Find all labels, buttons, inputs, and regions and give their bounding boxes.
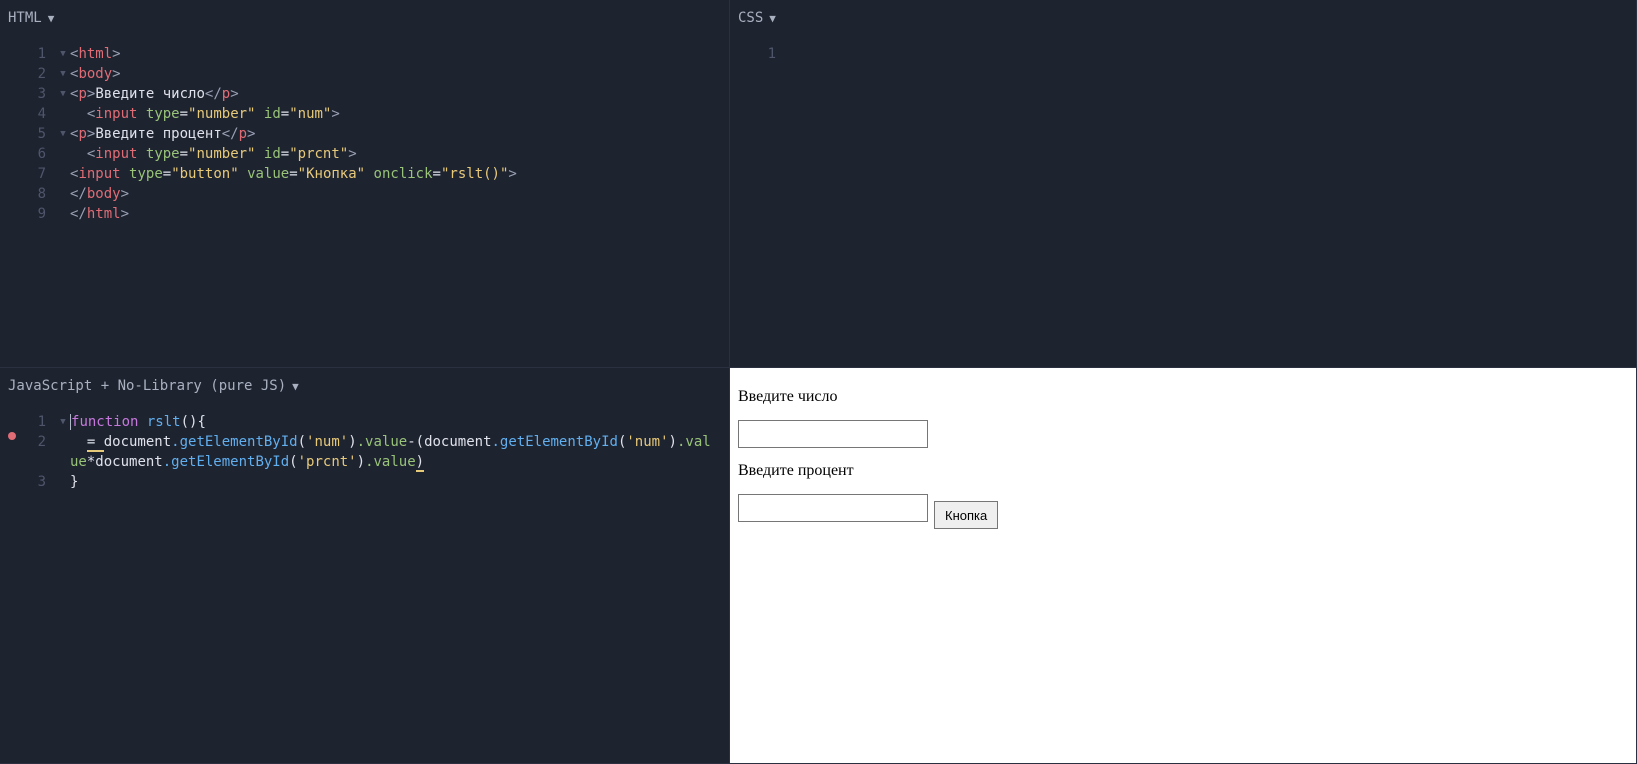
- output-label-percent: Введите процент: [738, 462, 1628, 480]
- line-number: 6: [38, 146, 46, 162]
- html-pane: HTML ▼ 1 ▼ <html> 2 ▼ <body> 3 ▼ <p>Введ…: [0, 0, 730, 368]
- css-pane-header[interactable]: CSS ▼: [730, 0, 1636, 36]
- fold-icon[interactable]: ▼: [58, 412, 68, 432]
- output-pane: Введите число Введите процент: [730, 368, 1637, 764]
- num-input[interactable]: [738, 420, 928, 448]
- js-pane: JavaScript + No-Library (pure JS) ▼ 1 ▼ …: [0, 368, 730, 764]
- line-number: 4: [38, 106, 46, 122]
- css-editor[interactable]: 1: [730, 36, 1636, 64]
- line-number: 3: [38, 474, 46, 490]
- html-pane-title: HTML: [8, 10, 42, 26]
- js-editor[interactable]: 1 ▼ function rslt(){ 2 = document.getEle…: [0, 404, 729, 492]
- result-button[interactable]: [934, 501, 998, 529]
- prcnt-input[interactable]: [738, 494, 928, 522]
- chevron-down-icon: ▼: [48, 12, 55, 25]
- output-label-number: Введите число: [738, 388, 1628, 406]
- line-number: 7: [38, 166, 46, 182]
- js-pane-title: JavaScript + No-Library (pure JS): [8, 378, 286, 394]
- fold-icon[interactable]: ▼: [58, 64, 68, 84]
- line-number: 2: [38, 66, 46, 82]
- css-pane: CSS ▼ 1: [730, 0, 1637, 368]
- fold-icon[interactable]: ▼: [58, 124, 68, 144]
- fold-icon[interactable]: ▼: [58, 44, 68, 64]
- js-pane-header[interactable]: JavaScript + No-Library (pure JS) ▼: [0, 368, 729, 404]
- line-number: 8: [38, 186, 46, 202]
- line-number: 1: [38, 46, 46, 62]
- chevron-down-icon: ▼: [769, 12, 776, 25]
- line-number: 1: [768, 46, 776, 62]
- error-marker-icon[interactable]: [8, 432, 16, 440]
- html-pane-header[interactable]: HTML ▼: [0, 0, 729, 36]
- chevron-down-icon: ▼: [292, 380, 299, 393]
- line-number: 2: [38, 434, 46, 450]
- css-pane-title: CSS: [738, 10, 763, 26]
- html-editor[interactable]: 1 ▼ <html> 2 ▼ <body> 3 ▼ <p>Введите чис…: [0, 36, 729, 224]
- line-number: 5: [38, 126, 46, 142]
- line-number: 9: [38, 206, 46, 222]
- fold-icon[interactable]: ▼: [58, 84, 68, 104]
- line-number: 1: [38, 414, 46, 430]
- line-number: 3: [38, 86, 46, 102]
